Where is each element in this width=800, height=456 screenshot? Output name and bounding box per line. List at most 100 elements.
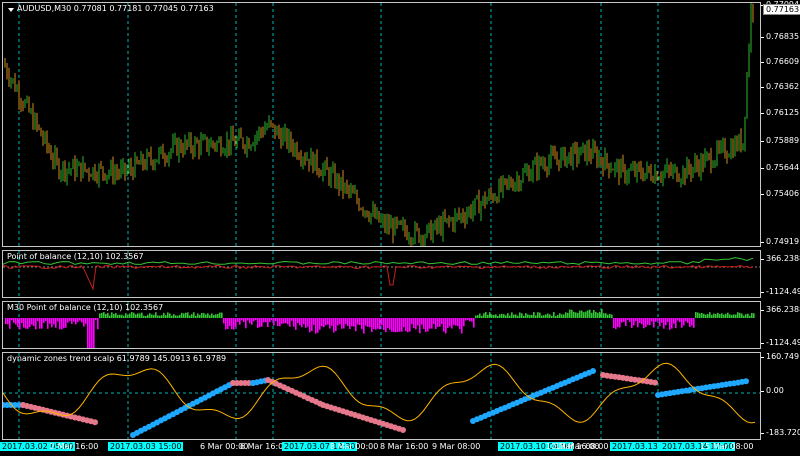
pob-histogram-bar xyxy=(379,318,381,330)
pob-histogram-bar xyxy=(235,318,237,327)
pob-histogram-bar xyxy=(533,312,535,318)
pob-histogram-bar xyxy=(607,314,609,318)
pob-histogram-bar xyxy=(109,315,111,318)
pob-histogram-bar xyxy=(537,312,539,318)
pob-histogram-bar xyxy=(401,318,403,332)
pob-histogram-bar xyxy=(679,318,681,323)
price-chart[interactable] xyxy=(3,3,761,247)
pob-histogram-bar xyxy=(25,318,27,329)
pob-histogram-bar xyxy=(215,314,217,318)
pob-histogram-bar xyxy=(383,318,385,330)
pob-histogram-bar xyxy=(475,315,477,318)
pob-histogram-bar xyxy=(35,318,37,330)
pob-histogram-bar xyxy=(591,312,593,318)
pob-histogram-bar xyxy=(221,312,223,318)
pob-histogram-bar xyxy=(473,318,475,328)
pob-histogram-bar xyxy=(63,318,65,329)
price-tick: 0.76835 xyxy=(760,32,800,41)
zones-pane[interactable]: dynamic zones trend scalp 61.9789 145.09… xyxy=(2,352,761,440)
pob-histogram-bar xyxy=(355,318,357,332)
pob-histogram-bar xyxy=(17,318,19,327)
pob-histogram-bar xyxy=(201,312,203,318)
pob-histogram-bar xyxy=(229,318,231,327)
pob-histogram-bar xyxy=(11,318,13,321)
pob-histogram-bar xyxy=(15,318,17,325)
pob-histogram-bar xyxy=(319,318,321,330)
price-scale[interactable]: 0.770940.768350.766090.763620.761250.758… xyxy=(760,0,800,247)
pob-histogram-bar xyxy=(289,318,291,327)
pob-histogram-bar xyxy=(277,318,279,327)
pob-histogram-bar xyxy=(249,318,251,324)
pob-histogram-bar xyxy=(175,315,177,318)
pob-histogram-bar xyxy=(653,318,655,328)
pob-histogram-bar xyxy=(89,318,91,348)
pob-histogram-bar xyxy=(687,318,689,323)
pob-histogram-bar xyxy=(455,318,457,326)
pob-histogram-bar xyxy=(239,318,241,325)
pob-histogram-bar xyxy=(227,318,229,329)
pob-histogram-bar xyxy=(669,318,671,330)
pob-histogram-bar xyxy=(479,313,481,318)
pob-histogram-bar xyxy=(743,315,745,318)
pob-pane-2[interactable]: M30 Point of balance (12,10) 102.3567 xyxy=(2,301,761,349)
pob-histogram-bar xyxy=(725,313,727,318)
pob-pane-1[interactable]: Point of balance (12,10) 102.3567 xyxy=(2,250,761,298)
indicator-tick: 366.2388 xyxy=(760,305,800,314)
pob-histogram-bar xyxy=(453,318,455,325)
pob-histogram-bar xyxy=(13,318,15,323)
pob-histogram-bar xyxy=(301,318,303,328)
pob-histogram-bar xyxy=(291,318,293,321)
pob-histogram-bar xyxy=(133,312,135,318)
pob-histogram-bar xyxy=(341,318,343,329)
pob-histogram-bar xyxy=(73,318,75,322)
pob-histogram-bar xyxy=(737,312,739,318)
time-axis[interactable]: 2017.03.02 05:00 2 Mar 16:00 2017.03.03 15… xyxy=(0,441,800,456)
pob-histogram-bar xyxy=(251,318,253,325)
zones-chart xyxy=(3,353,760,439)
pob-histogram-bar xyxy=(577,312,579,318)
pob-histogram-bar xyxy=(445,318,447,334)
pob-histogram-bar xyxy=(315,318,317,334)
pob-histogram-bar xyxy=(693,318,695,328)
pob-histogram-bar xyxy=(323,318,325,328)
pob-histogram-bar xyxy=(151,314,153,318)
pob-histogram-bar xyxy=(67,318,69,323)
pob-histogram-bar xyxy=(735,314,737,318)
pob-histogram-bar xyxy=(483,313,485,318)
indicator-tick: 160.749 xyxy=(760,352,800,361)
time-label-highlighted: 2017.03.03 15:00 xyxy=(108,442,184,451)
pob-histogram-bar xyxy=(435,318,437,330)
pob-histogram-bar xyxy=(389,318,391,330)
pob-histogram-bar xyxy=(481,315,483,318)
pob-histogram-bar xyxy=(179,314,181,318)
pob-histogram-bar xyxy=(7,318,9,325)
pob-histogram-bar xyxy=(305,318,307,328)
pob-histogram-bar xyxy=(237,318,239,322)
pob-histogram-bar xyxy=(521,313,523,318)
pob-histogram-bar xyxy=(157,315,159,318)
pob-histogram-bar xyxy=(595,311,597,318)
pob-histogram-bar xyxy=(281,318,283,324)
pob-histogram-bar xyxy=(303,318,305,325)
zone-oscillator-line xyxy=(3,362,756,424)
pob-histogram-bar xyxy=(457,318,459,327)
pob-scale-2: 366.2388 -1124.490 xyxy=(760,301,800,349)
pob-line-red xyxy=(3,264,754,291)
price-pane[interactable]: AUDUSD,M30 0.77081 0.77181 0.77045 0.771… xyxy=(2,2,761,247)
pob-histogram-bar xyxy=(357,318,359,325)
pob-histogram-bar xyxy=(211,313,213,318)
pob-histogram-bar xyxy=(343,318,345,329)
pob-histogram-bar xyxy=(213,315,215,318)
pob-histogram-bar xyxy=(631,318,633,328)
pob-histogram-bar xyxy=(665,318,667,326)
pob-histogram-bar xyxy=(753,313,755,318)
pob-histogram-bar xyxy=(465,318,467,321)
pob-histogram-bar xyxy=(729,314,731,318)
pob-histogram-bar xyxy=(461,318,463,334)
pob-histogram-bar xyxy=(619,318,621,328)
pob-histogram-bar xyxy=(597,312,599,318)
pob-histogram-bar xyxy=(697,312,699,318)
pob-histogram-bar xyxy=(689,318,691,328)
pob-histogram-bar xyxy=(297,318,299,324)
pob-histogram-bar xyxy=(313,318,315,325)
